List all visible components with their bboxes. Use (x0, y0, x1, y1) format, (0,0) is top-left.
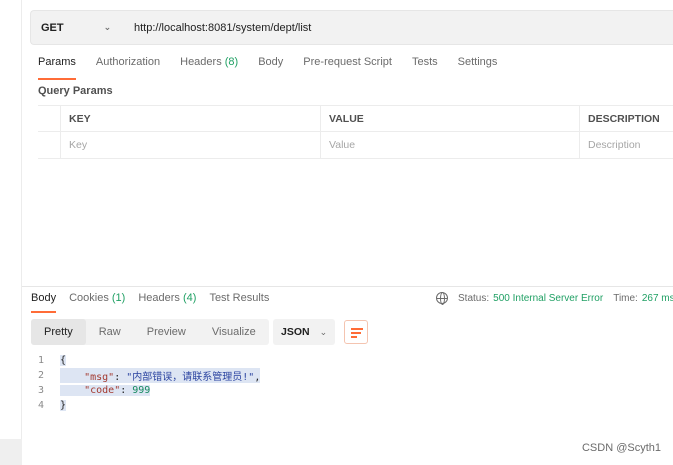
tab-response-cookies[interactable]: Cookies (1) (69, 292, 125, 308)
code-text: { (60, 355, 67, 366)
view-raw-button[interactable]: Raw (86, 319, 134, 345)
globe-icon[interactable] (436, 292, 448, 305)
line-number: 3 (37, 385, 44, 396)
param-key-input[interactable]: Key (60, 132, 320, 158)
tab-count-badge: (4) (182, 292, 197, 304)
response-tabs: Body Cookies (1) Headers (4) Test Result… (31, 292, 282, 313)
column-header-value: VALUE (320, 106, 579, 131)
code-line: 1 { (30, 353, 260, 368)
tab-label: Params (38, 56, 76, 68)
chevron-down-icon: ⌄ (103, 22, 112, 32)
code-text: } (60, 400, 67, 411)
json-value-msg: "内部错误，请联系管理员!" (126, 372, 255, 383)
tab-label: Pre-request Script (303, 56, 392, 68)
left-sidebar-strip (0, 0, 22, 465)
json-key-msg: "msg" (84, 372, 115, 383)
tab-response-body[interactable]: Body (31, 292, 57, 313)
row-gutter (38, 106, 60, 131)
status-value[interactable]: 500 Internal Server Error (493, 293, 603, 304)
request-bar: GET ⌄ http://localhost:8081/system/dept/… (30, 10, 673, 45)
response-status: Status: 500 Internal Server Error Time: … (436, 292, 673, 305)
line-number: 4 (37, 400, 44, 411)
status-label: Status: (458, 292, 490, 304)
column-header-key: KEY (60, 106, 320, 131)
tab-label: Settings (457, 56, 498, 68)
tab-label: Headers (138, 292, 180, 304)
view-preview-button[interactable]: Preview (134, 319, 199, 345)
code-line: 4 } (30, 398, 260, 413)
tab-label: Cookies (69, 292, 109, 304)
query-params-title: Query Params (38, 85, 113, 97)
code-line: 2 "msg": "内部错误，请联系管理员!", (30, 368, 261, 383)
time-value[interactable]: 267 ms (642, 293, 673, 304)
url-input[interactable]: http://localhost:8081/system/dept/list (126, 22, 311, 34)
tab-pre-request-script[interactable]: Pre-request Script (303, 56, 392, 74)
code-text: "code": 999 (60, 385, 151, 396)
tab-count-badge: (1) (111, 292, 126, 304)
view-pretty-button[interactable]: Pretty (31, 319, 86, 345)
chevron-down-icon: ⌄ (319, 326, 328, 337)
method-select[interactable]: GET ⌄ (31, 11, 126, 44)
method-label: GET (41, 21, 64, 34)
tab-test-results[interactable]: Test Results (209, 292, 269, 308)
sidebar-footer (0, 439, 22, 465)
tab-headers[interactable]: Headers (8) (180, 56, 238, 74)
tab-label: Body (31, 292, 57, 304)
line-number: 1 (37, 355, 44, 366)
format-select[interactable]: JSON ⌄ (273, 319, 335, 345)
code-line: 3 "code": 999 (30, 383, 260, 398)
json-key-code: "code" (84, 385, 121, 396)
line-number: 2 (37, 370, 44, 381)
view-visualize-button[interactable]: Visualize (199, 319, 269, 345)
time-label: Time: (613, 292, 638, 304)
watermark: CSDN @Scyth1 (581, 442, 661, 454)
pane-divider[interactable] (22, 286, 673, 287)
table-row: Key Value Description (38, 132, 673, 159)
row-gutter (38, 132, 60, 158)
json-value-code: 999 (132, 385, 151, 396)
request-tabs: Params Authorization Headers (8) Body Pr… (38, 56, 517, 80)
tab-params[interactable]: Params (38, 56, 76, 80)
column-header-description: DESCRIPTION (579, 106, 673, 131)
code-text: "msg": "内部错误，请联系管理员!", (60, 368, 261, 383)
wrap-lines-button[interactable] (344, 320, 368, 344)
tab-response-headers[interactable]: Headers (4) (138, 292, 196, 308)
query-params-table: KEY VALUE DESCRIPTION Key Value Descript… (38, 105, 673, 159)
tab-body[interactable]: Body (258, 56, 283, 74)
view-mode-toggle: Pretty Raw Preview Visualize (31, 319, 269, 345)
tab-label: Body (258, 56, 284, 68)
tab-label: Headers (180, 56, 222, 68)
tab-label: Tests (411, 56, 438, 68)
tab-label: Test Results (209, 292, 270, 304)
tab-tests[interactable]: Tests (412, 56, 438, 74)
tab-count-badge: (8) (224, 56, 239, 68)
format-label: JSON (281, 326, 310, 338)
tab-authorization[interactable]: Authorization (96, 56, 160, 74)
response-body-editor[interactable]: 1 { 2 "msg": "内部错误，请联系管理员!", 3 "code": 9… (30, 353, 261, 413)
param-value-input[interactable]: Value (320, 132, 579, 158)
tab-label: Authorization (95, 56, 161, 68)
param-description-input[interactable]: Description (579, 132, 673, 158)
table-header-row: KEY VALUE DESCRIPTION (38, 105, 673, 132)
tab-settings[interactable]: Settings (458, 56, 498, 74)
